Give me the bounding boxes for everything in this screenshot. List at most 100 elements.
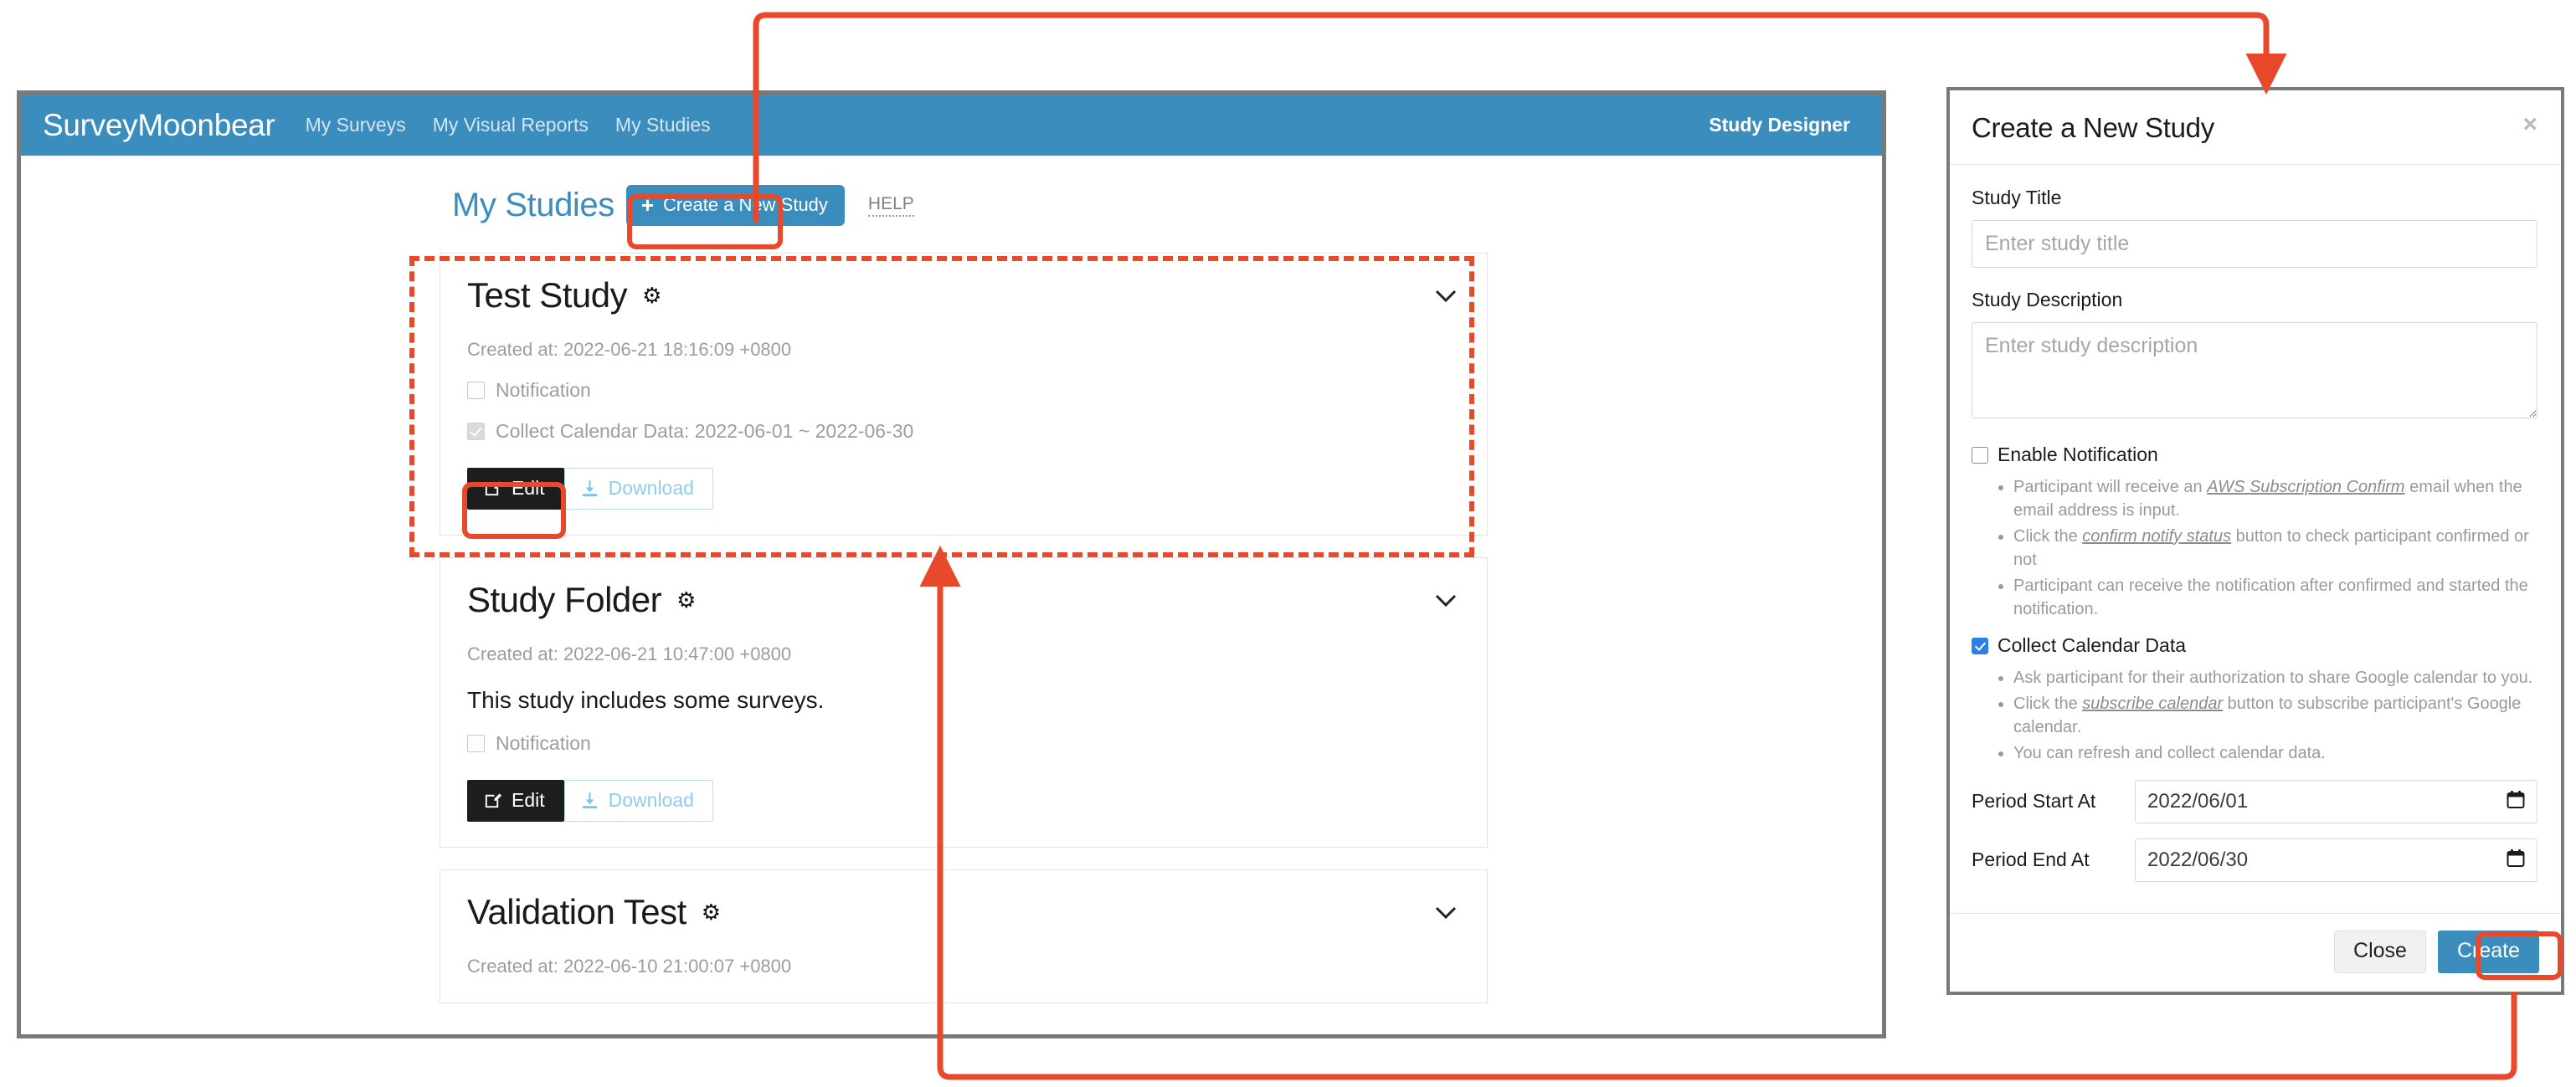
study-notification-row[interactable]: Notification (467, 732, 1460, 755)
hint-text-before: Click the (2013, 526, 2083, 546)
gear-icon[interactable]: ⚙ (676, 589, 696, 611)
study-card-study-folder: Study Folder ⚙ Created at: 2022-06-21 10… (440, 557, 1488, 848)
gear-icon[interactable]: ⚙ (702, 901, 721, 923)
notification-hints: Participant will receive an AWS Subscrip… (1972, 475, 2537, 621)
collect-calendar-checkbox[interactable] (1972, 637, 1988, 654)
chevron-down-glyph (1435, 594, 1457, 608)
brand-logo[interactable]: SurveyMoonbear (43, 108, 275, 143)
edit-pencil-glyph (485, 793, 502, 808)
edit-icon (483, 479, 502, 498)
modal-title: Create a New Study (1972, 112, 2214, 143)
download-button[interactable]: Download (563, 780, 713, 822)
nav-link-my-visual-reports[interactable]: My Visual Reports (433, 114, 589, 136)
calendar-glyph (2507, 849, 2525, 867)
edit-button[interactable]: Edit (467, 468, 564, 510)
collect-calendar-checkbox[interactable] (467, 423, 485, 440)
download-glyph (582, 792, 597, 809)
plus-icon: + (640, 192, 655, 218)
study-title-field-block: Study Title (1972, 187, 2537, 268)
studies-list: Test Study ⚙ Created at: 2022-06-21 18:1… (440, 253, 1488, 1003)
period-start-row: Period Start At 2022/06/01 (1972, 779, 2537, 823)
chevron-down-icon[interactable] (1435, 900, 1460, 924)
gear-icon[interactable]: ⚙ (642, 285, 661, 306)
modal-footer: Close Create (1950, 913, 2561, 992)
page-title: My Studies (452, 187, 614, 223)
hint-text-before: You can refresh and collect calendar dat… (2013, 743, 2326, 762)
chevron-down-icon[interactable] (1435, 588, 1460, 612)
page-body: My Studies + Create a New Study HELP Tes… (21, 156, 1882, 1034)
period-start-label: Period Start At (1972, 790, 2096, 813)
enable-notification-checkbox[interactable] (1972, 446, 1988, 464)
collect-calendar-row[interactable]: Collect Calendar Data (1972, 634, 2537, 657)
edit-pencil-glyph (485, 481, 502, 496)
study-created-at: Created at: 2022-06-21 18:16:09 +0800 (467, 339, 792, 360)
period-end-date-input[interactable]: 2022/06/30 (2135, 838, 2537, 882)
chevron-down-icon[interactable] (1435, 284, 1460, 307)
study-notification-row[interactable]: Notification (467, 379, 1460, 402)
edit-icon (483, 791, 502, 810)
create-a-new-study-label: Create a New Study (663, 194, 828, 215)
download-button[interactable]: Download (563, 468, 713, 510)
create-study-modal: Create a New Study × Study Title Study D… (1946, 87, 2564, 995)
notification-checkbox[interactable] (467, 735, 485, 752)
hint-emphasis[interactable]: confirm notify status (2082, 527, 2231, 546)
help-link[interactable]: HELP (867, 194, 914, 217)
study-title-input[interactable] (1972, 220, 2537, 268)
download-glyph (582, 479, 597, 497)
hint-item: You can refresh and collect calendar dat… (2013, 741, 2537, 765)
nav-study-designer[interactable]: Study Designer (1709, 114, 1882, 136)
modal-header: Create a New Study × (1950, 90, 2561, 165)
download-icon (580, 791, 599, 810)
study-title: Test Study (467, 275, 628, 315)
study-card-header: Test Study ⚙ (467, 275, 1460, 315)
enable-notification-row[interactable]: Enable Notification (1972, 444, 2537, 466)
study-card-header: Study Folder ⚙ (467, 580, 1460, 620)
top-navbar: SurveyMoonbear My Surveys My Visual Repo… (21, 95, 1882, 156)
study-description-label: Study Description (1972, 289, 2123, 310)
study-created-at: Created at: 2022-06-21 10:47:00 +0800 (467, 643, 792, 664)
notification-checkbox[interactable] (467, 382, 485, 399)
period-start-date-input[interactable]: 2022/06/01 (2135, 779, 2537, 823)
chevron-down-glyph (1435, 906, 1457, 920)
modal-create-button[interactable]: Create (2437, 931, 2539, 973)
hint-item: Click the subscribe calendar button to s… (2013, 692, 2537, 740)
study-description-field-block: Study Description (1972, 289, 2537, 423)
calendar-icon[interactable] (2507, 849, 2525, 872)
download-label: Download (608, 789, 694, 811)
edit-button[interactable]: Edit (467, 780, 564, 822)
hint-text-before: Participant will receive an (2013, 478, 2208, 496)
notification-label: Notification (496, 732, 591, 754)
period-end-value: 2022/06/30 (2147, 848, 2249, 871)
collect-calendar-label: Collect Calendar Data: 2022-06-01 ~ 2022… (496, 420, 914, 442)
calendar-icon[interactable] (2507, 790, 2525, 813)
hint-item: Ask participant for their authorization … (2013, 666, 2537, 690)
study-card-test-study: Test Study ⚙ Created at: 2022-06-21 18:1… (440, 253, 1488, 536)
screenshot-root: SurveyMoonbear My Surveys My Visual Repo… (0, 0, 2576, 1087)
hint-text-before: Participant can receive the notification… (2013, 576, 2528, 618)
hint-item: Click the confirm notify status button t… (2013, 525, 2537, 572)
hint-item: Participant will receive an AWS Subscrip… (2013, 475, 2537, 523)
close-icon[interactable]: × (2522, 112, 2537, 137)
study-title: Validation Test (467, 892, 686, 931)
period-end-label: Period End At (1972, 849, 2090, 871)
hint-emphasis[interactable]: AWS Subscription Confirm (2207, 478, 2404, 496)
study-description-textarea[interactable] (1972, 322, 2537, 418)
nav-link-my-studies[interactable]: My Studies (615, 114, 711, 136)
download-label: Download (608, 477, 694, 499)
study-title: Study Folder (467, 580, 662, 619)
study-title-label: Study Title (1972, 187, 2062, 208)
edit-label: Edit (512, 477, 545, 499)
page-title-row: My Studies + Create a New Study HELP (21, 156, 1882, 226)
create-a-new-study-button[interactable]: + Create a New Study (625, 185, 845, 226)
download-icon (580, 479, 599, 498)
study-actions: Edit Download (467, 468, 1460, 510)
nav-link-my-surveys[interactable]: My Surveys (306, 114, 406, 136)
study-card-header: Validation Test ⚙ (467, 892, 1460, 932)
modal-close-button[interactable]: Close (2334, 931, 2426, 973)
study-calendar-row[interactable]: Collect Calendar Data: 2022-06-01 ~ 2022… (467, 420, 1460, 443)
study-actions: Edit Download (467, 780, 1460, 822)
modal-body: Study Title Study Description Enable Not… (1950, 165, 2561, 913)
calendar-hints: Ask participant for their authorization … (1972, 666, 2537, 765)
hint-emphasis[interactable]: subscribe calendar (2082, 695, 2223, 713)
study-created-at: Created at: 2022-06-10 21:00:07 +0800 (467, 956, 792, 977)
